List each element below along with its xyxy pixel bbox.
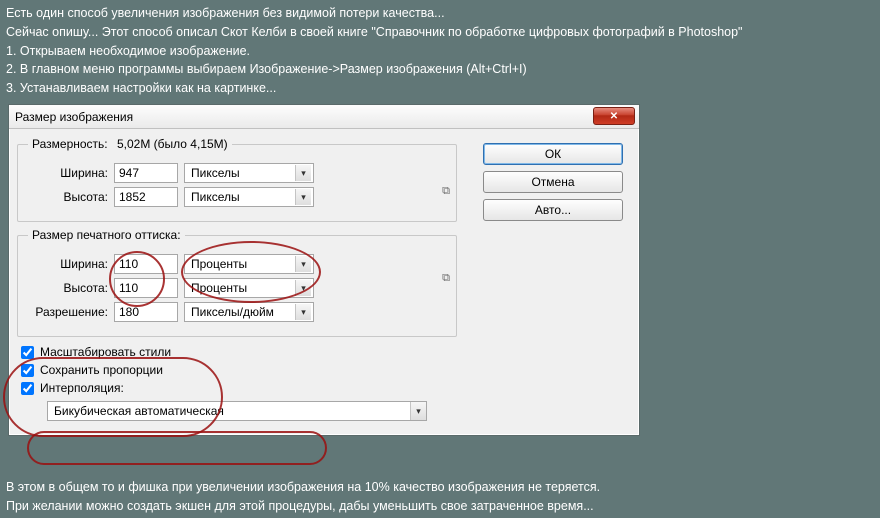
doc-height-input[interactable] (114, 278, 178, 298)
article-footer-text: В этом в общем то и фишка при увеличении… (0, 476, 880, 518)
chevron-down-icon (295, 189, 311, 205)
doc-legend: Размер печатного оттиска: (28, 228, 185, 242)
chevron-down-icon (295, 165, 311, 181)
doc-height-unit-dropdown[interactable]: Проценты (184, 278, 314, 298)
link-icon: ⧉ (442, 272, 450, 285)
image-size-dialog: Размер изображения Размерность: 5,02M (б… (8, 104, 640, 436)
width-input[interactable] (114, 163, 178, 183)
scale-styles-checkbox[interactable] (21, 346, 34, 359)
width-unit-dropdown[interactable]: Пикселы (184, 163, 314, 183)
resolution-input[interactable] (114, 302, 178, 322)
height-label: Высота: (28, 190, 114, 204)
chevron-down-icon (410, 402, 426, 420)
dim-value: 5,02M (было 4,15M) (117, 137, 228, 151)
interpolation-dropdown[interactable]: Бикубическая автоматическая (47, 401, 427, 421)
cancel-button[interactable]: Отмена (483, 171, 623, 193)
document-size-group: Размер печатного оттиска: Ширина: Процен… (17, 228, 457, 337)
titlebar[interactable]: Размер изображения (9, 105, 639, 129)
height-unit-dropdown[interactable]: Пикселы (184, 187, 314, 207)
close-button[interactable] (593, 107, 635, 125)
button-column: ОК Отмена Авто... (483, 143, 623, 221)
article-text: Есть один способ увеличения изображения … (0, 0, 880, 102)
doc-width-label: Ширина: (28, 257, 114, 271)
pixel-dimensions-group: Размерность: 5,02M (было 4,15M) Ширина: … (17, 137, 457, 222)
constrain-label: Сохранить пропорции (40, 363, 163, 377)
link-icon: ⧉ (442, 185, 450, 198)
interpolation-label: Интерполяция: (40, 381, 124, 395)
chevron-down-icon (295, 280, 311, 296)
ok-button[interactable]: ОК (483, 143, 623, 165)
resolution-label: Разрешение: (28, 305, 114, 319)
height-input[interactable] (114, 187, 178, 207)
resolution-unit-dropdown[interactable]: Пикселы/дюйм (184, 302, 314, 322)
chevron-down-icon (295, 256, 311, 272)
constrain-checkbox[interactable] (21, 364, 34, 377)
annotation-circle (27, 431, 327, 465)
dim-legend: Размерность: (32, 137, 108, 151)
doc-width-input[interactable] (114, 254, 178, 274)
doc-width-unit-dropdown[interactable]: Проценты (184, 254, 314, 274)
interpolation-checkbox[interactable] (21, 382, 34, 395)
options-area: Масштабировать стили Сохранить пропорции… (17, 343, 457, 421)
chevron-down-icon (295, 304, 311, 320)
dialog-title: Размер изображения (15, 110, 133, 124)
doc-height-label: Высота: (28, 281, 114, 295)
scale-styles-label: Масштабировать стили (40, 345, 171, 359)
auto-button[interactable]: Авто... (483, 199, 623, 221)
width-label: Ширина: (28, 166, 114, 180)
